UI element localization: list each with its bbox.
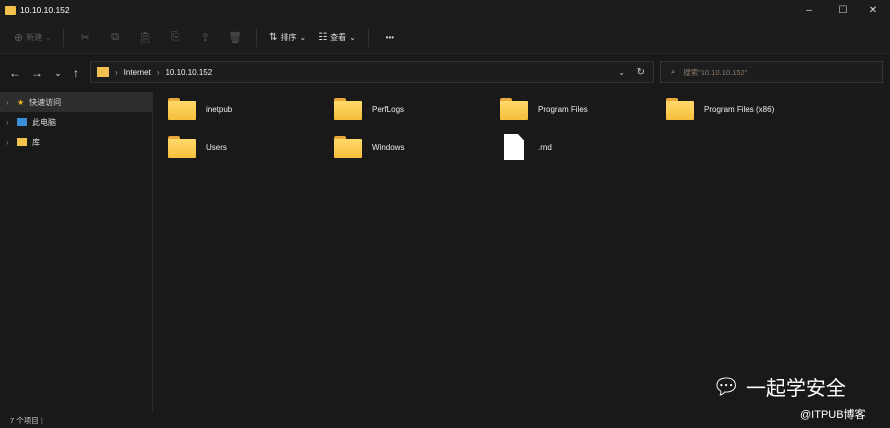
sidebar-item-libraries[interactable]: › 库	[0, 132, 152, 152]
share-icon[interactable]: ⇪	[192, 26, 218, 50]
chevron-right-icon[interactable]: ›	[6, 118, 12, 127]
monitor-icon	[17, 118, 27, 126]
wechat-icon: 💬︎	[712, 373, 740, 399]
search-placeholder: 搜索"10.10.10.152"	[683, 67, 748, 77]
close-button[interactable]: ✕	[858, 0, 888, 20]
rename-icon[interactable]: ⎘	[162, 26, 188, 50]
forward-arrow-icon[interactable]: →	[28, 64, 46, 82]
sort-icon: ⇅	[269, 32, 278, 43]
item-name: Program Files (x86)	[704, 104, 775, 114]
item-name: .rnd	[538, 142, 552, 152]
folder-item[interactable]: Windows	[334, 134, 494, 160]
breadcrumb-internet[interactable]: Internet	[124, 68, 151, 77]
copy-icon[interactable]: ⧉	[102, 26, 128, 50]
item-name: inetpub	[206, 104, 233, 114]
paste-icon[interactable]: 📋︎	[132, 26, 158, 50]
view-button[interactable]: ☷ 查看 ⌄	[314, 26, 360, 50]
item-count: 7 个项目	[10, 416, 39, 425]
address-bar[interactable]: › Internet › 10.10.10.152 ⌄ ↻	[90, 61, 654, 83]
folder-icon	[334, 98, 362, 120]
minimize-button[interactable]: –	[794, 0, 824, 20]
folder-icon	[17, 138, 27, 146]
cut-icon[interactable]: ✂	[72, 26, 98, 50]
navigation-bar: ← → ⌄ ↑ › Internet › 10.10.10.152 ⌄ ↻ ⌕ …	[0, 60, 890, 86]
item-name: Users	[206, 142, 227, 152]
watermark: 💬︎ 一起学安全	[712, 372, 846, 401]
folder-icon	[666, 98, 694, 120]
folder-item[interactable]: Users	[168, 134, 328, 160]
sort-button[interactable]: ⇅ 排序 ⌄	[265, 26, 310, 50]
navigation-pane: › ★ 快速访问 › 此电脑 › 库	[0, 92, 153, 412]
status-bar: 7 个项目 |	[10, 416, 43, 425]
delete-icon[interactable]: 🗑︎	[222, 26, 248, 50]
search-icon: ⌕	[671, 67, 676, 76]
back-arrow-icon[interactable]: ←	[6, 64, 24, 82]
plus-circle-icon: ⊕	[14, 32, 24, 44]
folder-item[interactable]: PerfLogs	[334, 96, 494, 122]
folder-icon	[500, 98, 528, 120]
new-label: 新建	[26, 33, 43, 42]
item-name: Program Files	[538, 104, 588, 114]
folder-icon	[168, 98, 196, 120]
chevron-right-icon[interactable]: ›	[6, 98, 12, 107]
command-bar: ⊕ 新建 ⌄ ✂ ⧉ 📋︎ ⎘ ⇪ 🗑︎ ⇅ 排序 ⌄ ☷ 查看 ⌄ •••	[0, 22, 890, 54]
history-dropdown-icon[interactable]: ⌄	[618, 68, 625, 77]
item-name: PerfLogs	[372, 104, 405, 114]
folder-network-icon	[5, 5, 16, 15]
view-icon: ☷	[318, 32, 328, 43]
folder-item[interactable]: inetpub	[168, 96, 328, 122]
sidebar-item-label: 库	[32, 137, 40, 147]
divider	[256, 28, 258, 47]
folder-icon	[334, 136, 362, 158]
network-folder-icon	[97, 67, 109, 77]
sidebar-item-label: 此电脑	[32, 117, 56, 127]
window-title: 10.10.10.152	[20, 5, 70, 15]
sidebar-item-quick-access[interactable]: › ★ 快速访问	[0, 92, 152, 112]
new-button[interactable]: ⊕ 新建 ⌄	[10, 26, 55, 50]
item-name: Windows	[372, 142, 405, 152]
title-bar: 10.10.10.152 – ☐ ✕	[0, 0, 890, 20]
divider	[63, 28, 65, 47]
breadcrumb-host[interactable]: 10.10.10.152	[165, 68, 212, 77]
recent-chevron-icon[interactable]: ⌄	[49, 64, 67, 82]
watermark-sub: @ITPUB博客	[800, 409, 866, 421]
up-arrow-icon[interactable]: ↑	[67, 64, 85, 82]
refresh-icon[interactable]: ↻	[637, 67, 645, 78]
folder-item[interactable]: Program Files (x86)	[666, 96, 826, 122]
folder-icon	[168, 136, 196, 158]
view-label: 查看	[330, 33, 347, 42]
search-input[interactable]: ⌕ 搜索"10.10.10.152"	[660, 61, 883, 83]
file-icon	[504, 134, 524, 160]
more-button[interactable]: •••	[377, 26, 403, 50]
divider	[367, 28, 369, 47]
watermark-title: 一起学安全	[745, 378, 846, 400]
sidebar-item-this-pc[interactable]: › 此电脑	[0, 112, 152, 132]
sidebar-item-label: 快速访问	[29, 97, 62, 107]
star-icon: ★	[17, 97, 25, 107]
folder-item[interactable]: Program Files	[500, 96, 660, 122]
maximize-button[interactable]: ☐	[828, 0, 858, 20]
sort-label: 排序	[280, 33, 297, 42]
file-item[interactable]: .rnd	[500, 134, 660, 160]
chevron-right-icon[interactable]: ›	[6, 138, 12, 147]
